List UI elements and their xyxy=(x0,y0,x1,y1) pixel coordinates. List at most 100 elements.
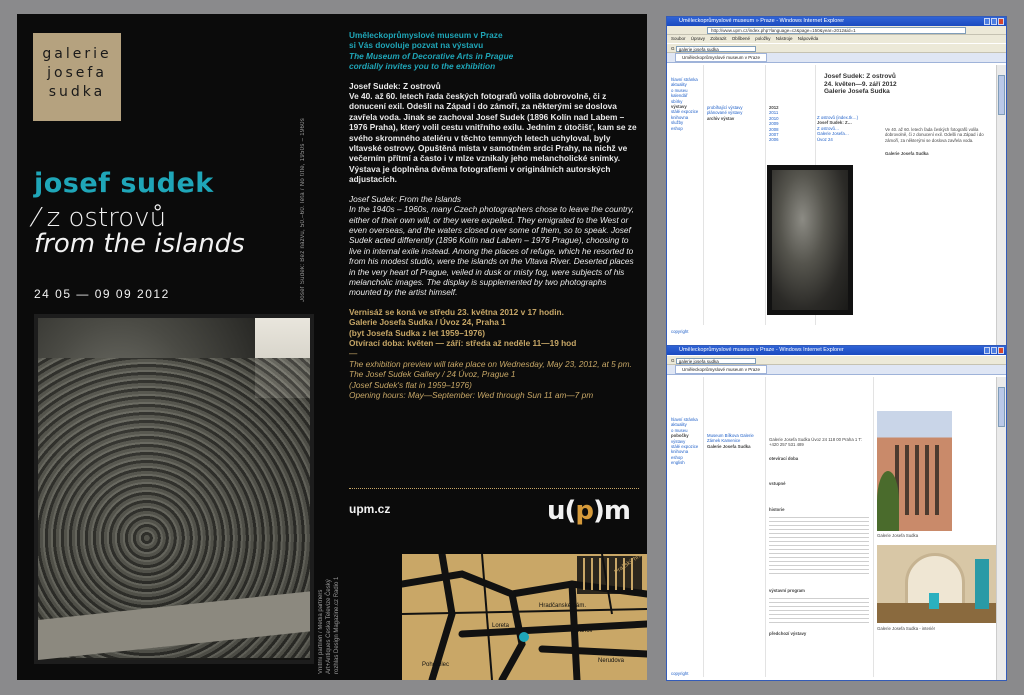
flat-en: (Josef Sudek's flat in 1959–1976) xyxy=(349,379,472,390)
location-map: Hradčanské nám. Loreta Nerudova Pražský … xyxy=(402,554,647,680)
subnav-link-active[interactable]: Galerie Josefa Sudka xyxy=(707,444,762,449)
en-heading: Josef Sudek: From the Islands xyxy=(349,193,462,204)
google-toolbar: G galerie josefa sudka xyxy=(667,355,1006,365)
menu-bar[interactable]: Soubor Úpravy Zobrazit Oblíbené položky … xyxy=(667,35,1006,43)
previous-label: předchozí výstavy xyxy=(769,631,807,637)
invitation-text: Uměleckoprůmyslové museum v Praze si Vás… xyxy=(349,30,639,400)
upm-logo: u(p)m xyxy=(547,496,631,526)
program-label: výstavní program xyxy=(769,588,805,594)
history-label: historie xyxy=(769,506,785,512)
media-partners: Vnitřní partneři / Media partners Art+An… xyxy=(318,576,340,674)
artist-name: josef sudek xyxy=(34,168,214,199)
page-content: hlavní stránka aktuality o museu pobočky… xyxy=(667,377,999,680)
hours-label: otevírací doba xyxy=(769,455,799,461)
intro-cz-2: si Vás dovoluje pozvat na výstavu xyxy=(349,40,484,51)
sub-nav: probíhající výstavy plánované výstavy ar… xyxy=(707,105,762,121)
info-title: Galerie Josefa Sudka xyxy=(885,151,929,157)
logo-line-2: josefa xyxy=(47,65,107,81)
photo-caption-2: Galerie Josefa Sudka - interiér xyxy=(877,626,936,631)
map-label-strahov: Strahov xyxy=(572,628,593,634)
page-content: hlavní stránka aktuality o museu kalendá… xyxy=(667,65,996,346)
gallery-logo: galerie josefa sudka xyxy=(33,33,121,121)
subnav-link-active[interactable]: archiv výstav xyxy=(707,116,762,121)
scroll-thumb[interactable] xyxy=(998,387,1005,427)
footer-copyright[interactable]: copyright xyxy=(671,671,688,676)
intro-cz-1: Uměleckoprůmyslové museum v Praze xyxy=(349,30,503,40)
window-titlebar[interactable]: Uměleckoprůmyslové museum v Praze - Wind… xyxy=(667,346,1006,355)
title-english: from the islands xyxy=(34,229,245,259)
browser-window-1: Uměleckoprůmyslové museum » Praze - Wind… xyxy=(666,16,1007,347)
minimize-icon[interactable] xyxy=(984,347,990,354)
photo-caption-vertical: Josef Sudek: Bez názvu, 50.–60. léta / N… xyxy=(300,117,306,302)
year-list: 2012 2011 2010 2009 2008 2007 2006 xyxy=(769,105,809,143)
gallery-interior-photo xyxy=(877,545,999,623)
hours-cz: Otvírací doba: květen — září: středa až … xyxy=(349,337,577,348)
museum-url[interactable]: upm.cz xyxy=(349,502,390,516)
google-search-input[interactable]: galerie josefa sudka xyxy=(675,45,756,52)
url-input[interactable]: http://www.upm.cz/index.php?language=cz&… xyxy=(707,27,966,34)
intro-en-1: The Museum of Decorative Arts in Prague xyxy=(349,50,514,61)
exhibition-photo xyxy=(767,165,853,315)
logo-line-3: sudka xyxy=(48,84,106,100)
cz-heading: Josef Sudek: Z ostrovů xyxy=(349,80,441,91)
browser-window-2: Uměleckoprůmyslové museum v Praze - Wind… xyxy=(666,345,1007,681)
gallery-address-cz: Galerie Josefa Sudka / Úvoz 24, Praha 1 xyxy=(349,317,506,328)
tab-upm[interactable]: Uměleckoprůmyslové museum v Praze xyxy=(675,53,768,62)
vernisage-cz: Vernisáž se koná ve středu 23. května 20… xyxy=(349,306,564,317)
google-toolbar: G galerie josefa sudka xyxy=(667,43,1006,53)
close-icon[interactable] xyxy=(998,18,1004,25)
exhibition-heading: Josef Sudek: Z ostrovů 24. květen—9. zář… xyxy=(824,73,897,96)
exhibition-link[interactable]: Úvoz 24 xyxy=(817,137,875,142)
minimize-icon[interactable] xyxy=(984,18,990,25)
nav-link[interactable]: english xyxy=(671,460,701,465)
dash: — xyxy=(349,348,358,359)
heading-venue: Galerie Josefa Sudka xyxy=(824,88,890,95)
gallery-info: Galerie Josefa Sudka Úvoz 24 118 00 Prah… xyxy=(769,437,869,637)
tab-bar: Uměleckoprůmyslové museum v Praze xyxy=(667,365,1006,375)
maximize-icon[interactable] xyxy=(991,347,997,354)
sub-nav: Museum Bílkova Galerie Zámek Kamenice Ga… xyxy=(707,433,762,449)
close-icon[interactable] xyxy=(998,347,1004,354)
map-label-hradcanske: Hradčanské nám. xyxy=(539,603,586,609)
admission-label: vstupné xyxy=(769,481,786,487)
intro-en-2: cordially invites you to the exhibition xyxy=(349,61,496,72)
scrollbar[interactable] xyxy=(996,65,1006,346)
preview-en: The exhibition preview will take place o… xyxy=(349,358,632,369)
heading-dates: 24. květen—9. září 2012 xyxy=(824,80,897,88)
flat-cz: (byt Josefa Sudka z let 1959–1976) xyxy=(349,327,486,338)
address-bar: http://www.upm.cz/index.php?language=cz&… xyxy=(667,26,1006,35)
gallery-address: Galerie Josefa Sudka Úvoz 24 118 00 Prah… xyxy=(769,437,862,448)
tab-upm[interactable]: Uměleckoprůmyslové museum v Praze xyxy=(675,365,768,374)
window-title: Uměleckoprůmyslové museum » Praze - Wind… xyxy=(679,18,845,24)
gallery-address-en: The Josef Sudek Gallery / 24 Úvoz, Pragu… xyxy=(349,369,516,380)
cz-body: Ve 40. až 60. letech řada českých fotogr… xyxy=(349,91,637,185)
footer-copyright[interactable]: copyright xyxy=(671,329,688,334)
exhibition-description: Ve 40. až 60. letech řada českých fotogr… xyxy=(885,127,993,157)
gallery-exterior-photo xyxy=(877,411,952,531)
google-search-input[interactable]: galerie josefa sudka xyxy=(675,357,756,364)
scrollbar[interactable] xyxy=(996,377,1006,680)
exhibition-list: Z ostrovů (index.tk…) Josef Sudek: Z… Z … xyxy=(817,115,875,142)
heading-title: Josef Sudek: Z ostrovů xyxy=(824,73,896,80)
maximize-icon[interactable] xyxy=(991,18,997,25)
hours-en: Opening hours: May—September: Wed throug… xyxy=(349,390,594,400)
window-titlebar[interactable]: Uměleckoprůmyslové museum » Praze - Wind… xyxy=(667,17,1006,26)
map-label-nerudova: Nerudova xyxy=(598,658,625,664)
scroll-thumb[interactable] xyxy=(998,75,1005,115)
tab-bar: Uměleckoprůmyslové museum v Praze xyxy=(667,53,1006,63)
photo-caption-1: Galerie Josefa Sudka xyxy=(877,533,919,538)
map-label-pohorelec: Pohořelec xyxy=(422,662,449,668)
en-body: In the 1940s – 1960s, many Czech photogr… xyxy=(349,204,634,298)
window-title: Uměleckoprůmyslové museum v Praze - Wind… xyxy=(679,347,844,353)
map-label-loreta: Loreta xyxy=(492,623,510,629)
dotted-divider xyxy=(349,488,639,489)
sudek-photograph xyxy=(34,314,314,664)
left-nav: hlavní stránka aktuality o museu kalendá… xyxy=(671,77,701,131)
year-link[interactable]: 2006 xyxy=(769,137,809,142)
logo-line-1: galerie xyxy=(42,46,112,62)
left-nav: hlavní stránka aktuality o museu pobočky… xyxy=(671,417,701,466)
description-text: Ve 40. až 60. letech řada českých fotogr… xyxy=(885,127,984,143)
exhibition-dates: 24 05 — 09 09 2012 xyxy=(34,287,170,301)
invitation-card: galerie josefa sudka josef sudek ⁄ z ost… xyxy=(17,14,647,680)
nav-link[interactable]: eshop xyxy=(671,126,701,131)
